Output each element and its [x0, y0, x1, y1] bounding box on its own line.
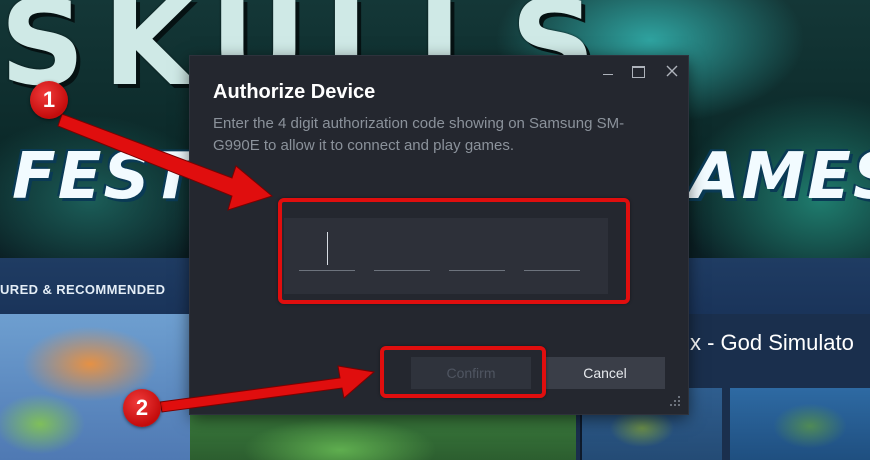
featured-capsule-art[interactable]: [0, 314, 190, 460]
step-marker-1: 1: [30, 81, 68, 119]
featured-capsule-art-lower[interactable]: [190, 410, 576, 460]
cancel-button[interactable]: Cancel: [545, 357, 665, 389]
screenshot-thumbnail[interactable]: [730, 388, 870, 460]
highlight-code-field: [278, 198, 630, 304]
close-icon[interactable]: [662, 62, 682, 80]
highlight-confirm-button: [380, 346, 546, 398]
section-label[interactable]: URED & RECOMMENDED: [0, 282, 165, 297]
dialog-description: Enter the 4 digit authorization code sho…: [213, 115, 625, 154]
festival-text-right: AMES: [690, 140, 870, 214]
resize-grip-icon[interactable]: [668, 394, 682, 408]
step-marker-2: 2: [123, 389, 161, 427]
minimize-icon[interactable]: [598, 62, 618, 80]
maximize-icon[interactable]: [628, 62, 648, 80]
dialog-title: Authorize Device: [213, 81, 376, 103]
featured-game-title[interactable]: x - God Simulato: [690, 330, 854, 356]
